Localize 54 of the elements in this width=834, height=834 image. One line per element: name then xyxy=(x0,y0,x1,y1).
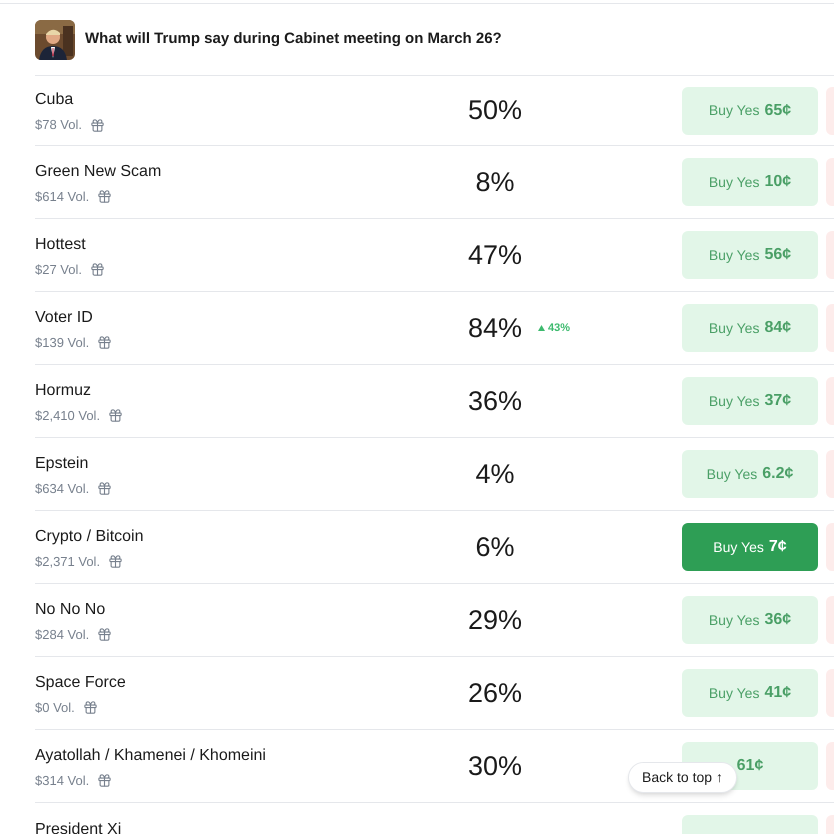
volume-text: $314 Vol. xyxy=(35,772,90,790)
volume-text: $78 Vol. xyxy=(35,116,82,134)
volume-text: $27 Vol. xyxy=(35,260,82,279)
outcome-name: Ayatollah / Khamenei / Khomeini xyxy=(35,746,267,766)
outcome-name: Hormuz xyxy=(35,380,92,401)
gift-icon xyxy=(90,118,105,132)
outcome-name: Crypto / Bitcoin xyxy=(35,526,144,547)
buy-yes-button[interactable]: Buy Yes 10¢ xyxy=(682,158,818,206)
gift-icon xyxy=(90,262,105,277)
buy-yes-button[interactable]: Buy Yes 37¢ xyxy=(682,377,818,425)
volume-text: $634 Vol. xyxy=(35,480,90,498)
volume-text: $139 Vol. xyxy=(35,334,90,352)
buy-yes-button[interactable]: Buy Yes 36¢ xyxy=(682,596,818,644)
gift-icon xyxy=(108,408,124,423)
buy-yes-button[interactable]: Buy Yes 41¢ xyxy=(682,669,818,717)
chance-percent: 50% xyxy=(468,94,522,128)
gift-icon xyxy=(97,481,112,496)
outcome-name: Epstein xyxy=(35,454,90,474)
outcome-name: Green New Scam xyxy=(35,162,162,182)
outcome-name: No No No xyxy=(35,600,106,620)
outcome-name: Cuba xyxy=(35,90,74,110)
buy-yes-button[interactable]: Buy Yes 6.2¢ xyxy=(682,450,818,498)
volume-text: $2,371 Vol. xyxy=(35,552,100,571)
volume-text: $0 Vol. xyxy=(35,698,75,717)
chance-percent: 29% xyxy=(468,604,522,637)
volume-text: $2,410 Vol. xyxy=(35,406,100,425)
chance-percent: 6% xyxy=(475,530,515,564)
up-triangle-icon xyxy=(538,325,545,331)
gift-icon xyxy=(97,189,112,204)
chance-percent: 26% xyxy=(468,676,522,710)
outcome-name: Space Force xyxy=(35,672,127,693)
outcome-name: Voter ID xyxy=(35,308,94,328)
buy-yes-button[interactable]: Buy Yes 84¢ xyxy=(682,304,818,352)
volume-text: $614 Vol. xyxy=(35,188,90,206)
chance-percent: 84% xyxy=(468,312,522,345)
gift-icon xyxy=(97,627,112,642)
chance-percent: 36% xyxy=(468,384,522,418)
outcome-name: President Xi xyxy=(35,820,122,834)
gift-icon xyxy=(108,554,124,569)
volume-text: $284 Vol. xyxy=(35,626,90,644)
back-to-top-toast[interactable]: Back to top ↑ xyxy=(628,762,737,793)
chance-percent: 47% xyxy=(468,238,522,272)
chance-percent: 4% xyxy=(475,458,515,491)
buy-yes-button[interactable]: Buy Yes 65¢ xyxy=(682,86,818,134)
gift-icon xyxy=(82,700,98,715)
chance-percent: 8% xyxy=(475,166,515,199)
buy-yes-button[interactable]: Buy Yes 7¢ xyxy=(682,523,818,571)
chance-percent: 30% xyxy=(468,750,522,783)
gift-icon xyxy=(97,773,112,788)
change-text: 43% xyxy=(548,320,570,336)
gift-icon xyxy=(97,335,112,350)
buy-yes-button[interactable]: Buy Yes 56¢ xyxy=(682,231,818,279)
market-title: What will Trump say during Cabinet meeting on March 26? xyxy=(85,29,502,50)
outcome-name: Hottest xyxy=(35,234,87,255)
